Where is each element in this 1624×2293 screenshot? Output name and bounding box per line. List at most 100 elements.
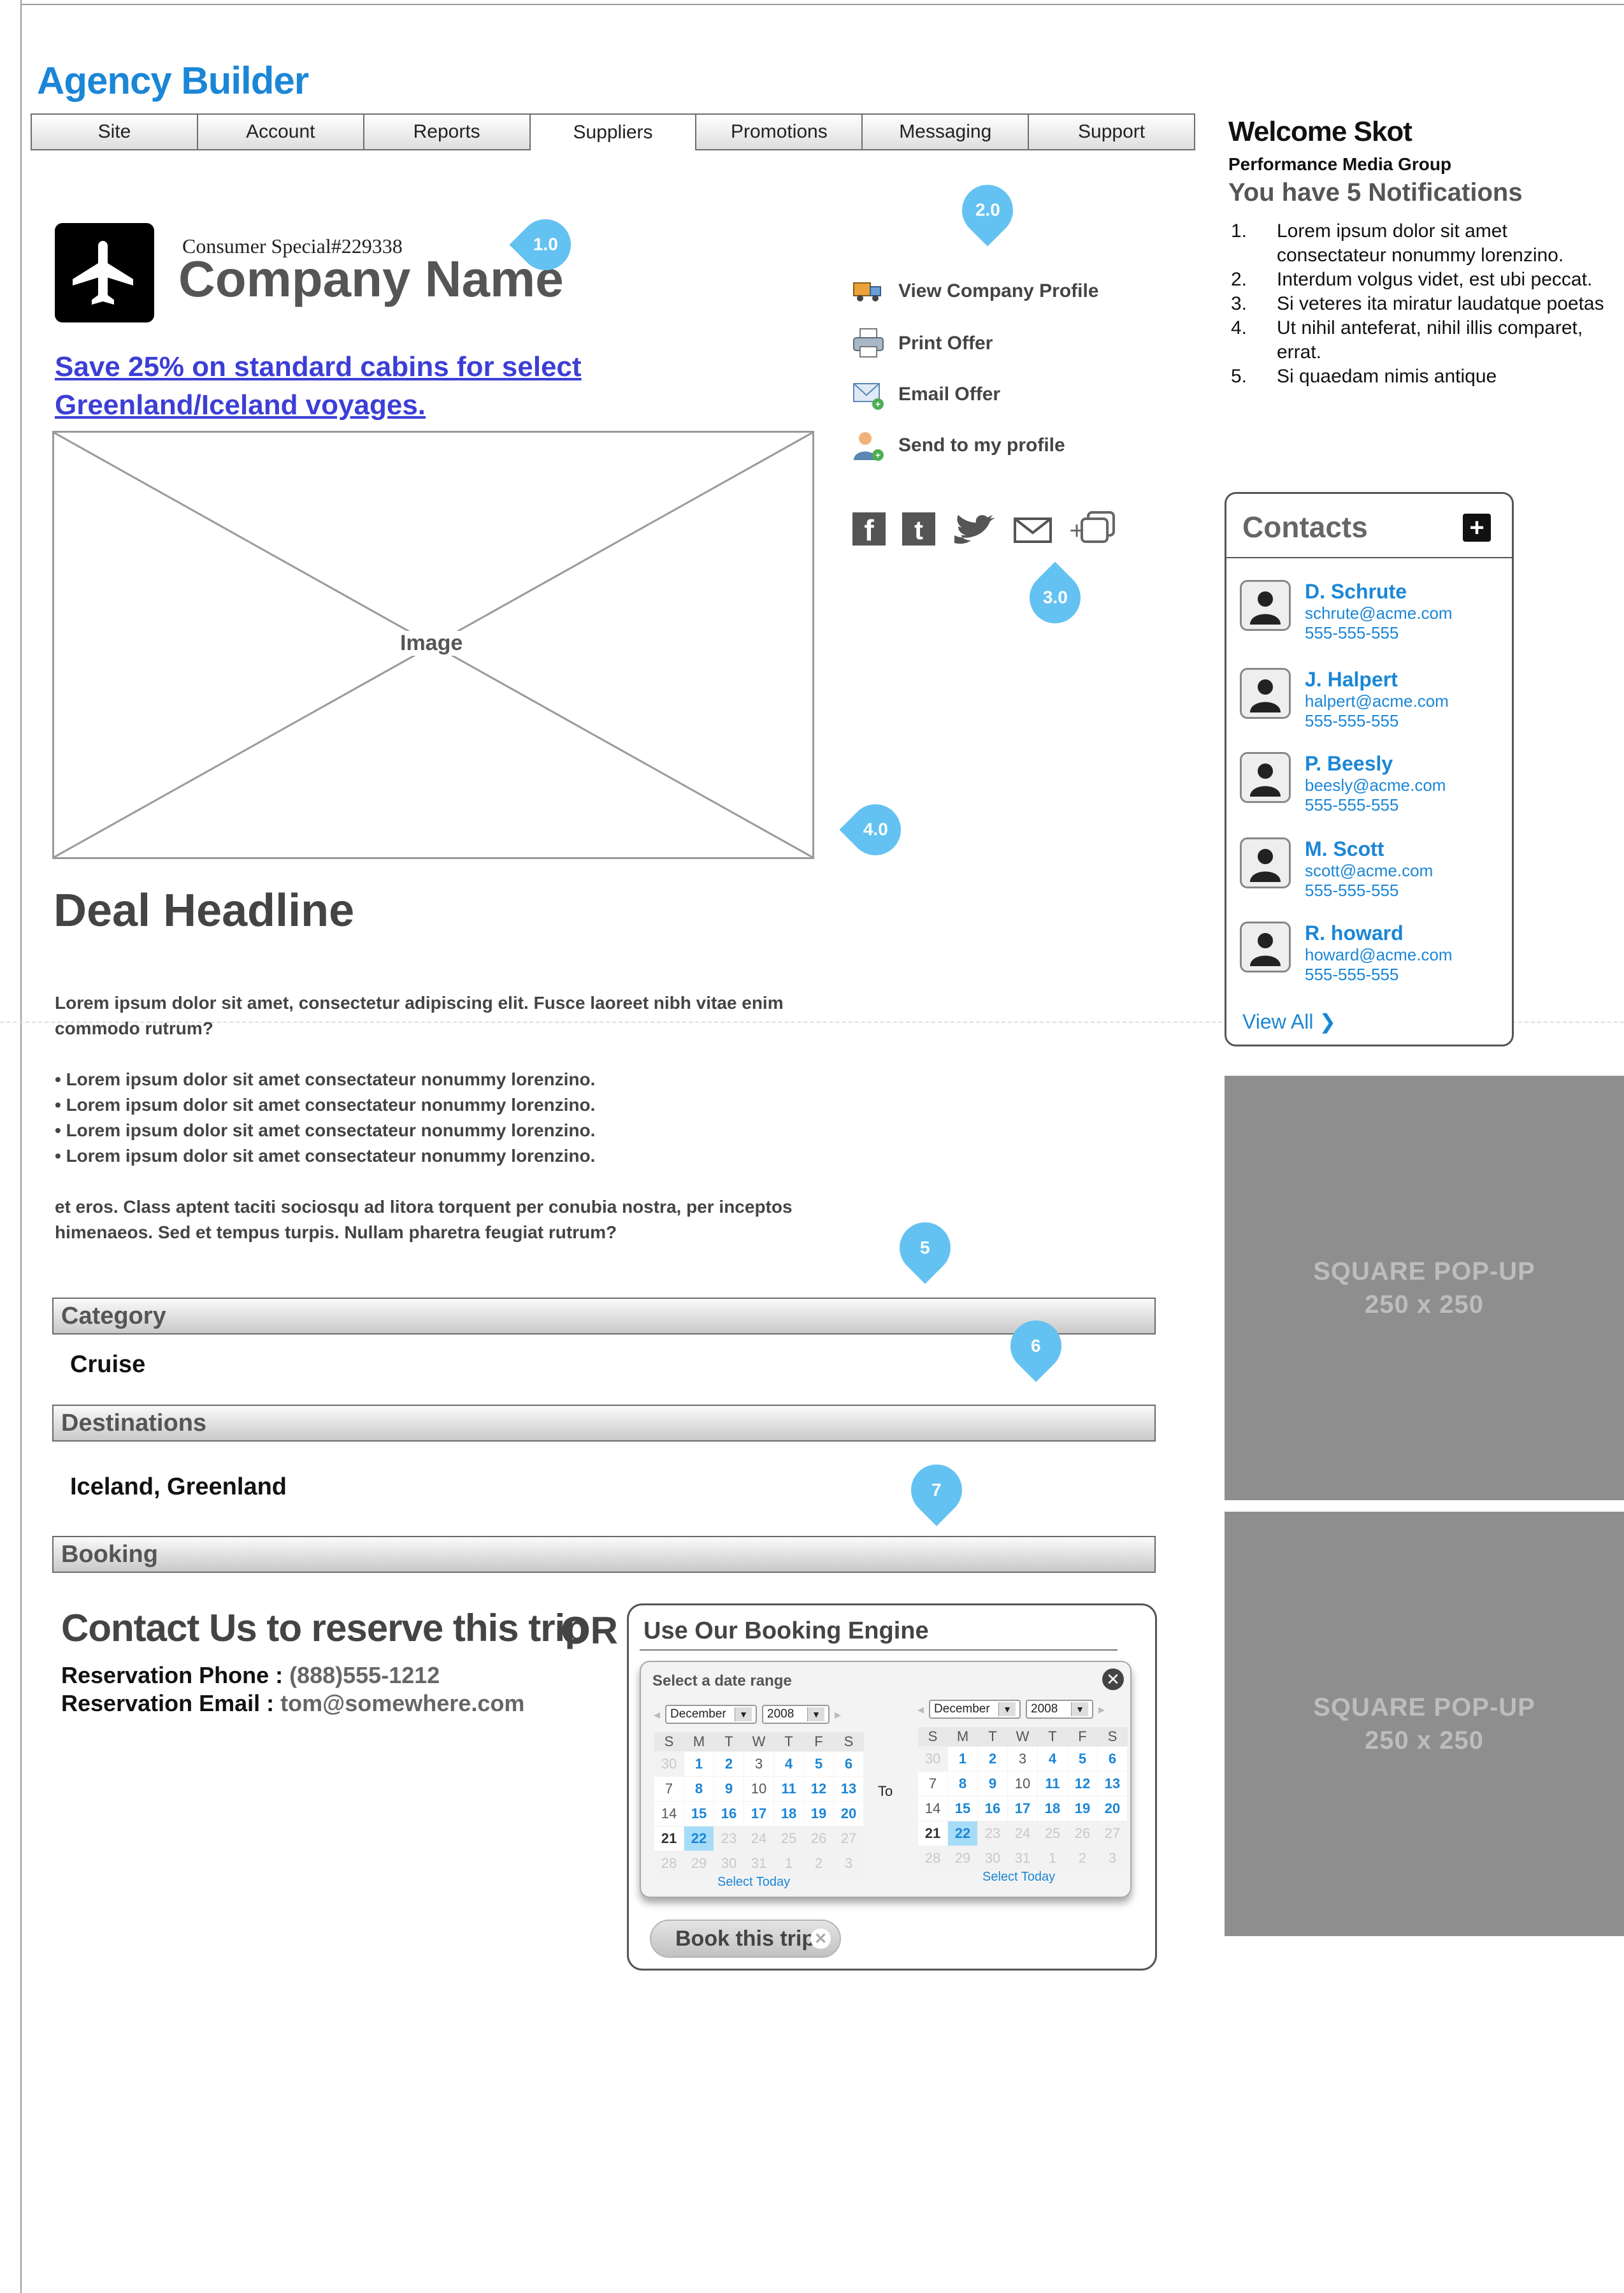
select-today-start[interactable]: Select Today (717, 1875, 790, 1890)
day-cell[interactable]: 23 (714, 1826, 744, 1851)
day-cell[interactable]: 9 (977, 1771, 1008, 1797)
day-cell[interactable]: 2 (1067, 1846, 1098, 1871)
day-cell[interactable]: 28 (917, 1846, 948, 1871)
next-month-icon[interactable]: ▸ (835, 1707, 841, 1723)
day-cell[interactable]: 3 (744, 1751, 774, 1777)
day-cell[interactable]: 21 (654, 1826, 684, 1851)
day-cell[interactable]: 12 (803, 1776, 834, 1802)
day-cell[interactable]: 1 (684, 1751, 714, 1777)
notification-item[interactable]: 2. Interdum volgus videt, est ubi peccat. (1231, 268, 1613, 292)
day-cell[interactable]: 4 (773, 1751, 804, 1777)
day-cell[interactable]: 2 (803, 1851, 834, 1876)
day-cell[interactable]: 1 (773, 1851, 804, 1876)
day-cell[interactable]: 12 (1067, 1771, 1098, 1797)
day-cell[interactable]: 30 (714, 1851, 744, 1876)
day-cell[interactable]: 11 (773, 1776, 804, 1802)
send-to-profile-action[interactable]: + Send to my profile (851, 428, 1065, 463)
day-cell[interactable]: 15 (684, 1801, 714, 1826)
day-cell[interactable]: 17 (1007, 1796, 1038, 1821)
add-more-icon[interactable]: + (1069, 510, 1120, 548)
year-select-start[interactable]: 2008 ▼ (762, 1705, 830, 1724)
prev-month-icon[interactable]: ◂ (917, 1702, 924, 1718)
day-cell[interactable]: 14 (917, 1796, 948, 1821)
contact-email[interactable]: schrute@acme.com (1305, 604, 1453, 623)
tab-promotions[interactable]: Promotions (695, 113, 862, 150)
day-cell[interactable]: 18 (773, 1801, 804, 1826)
day-cell[interactable]: 19 (803, 1801, 834, 1826)
day-cell[interactable]: 6 (1097, 1746, 1128, 1772)
notification-item[interactable]: 3. Si veteres ita miratur laudatque poeta… (1231, 292, 1613, 316)
day-cell[interactable]: 8 (684, 1776, 714, 1802)
contact-name[interactable]: J. Halpert (1305, 668, 1449, 691)
day-cell[interactable]: 29 (947, 1846, 978, 1871)
day-cell[interactable]: 19 (1067, 1796, 1098, 1821)
contact-name[interactable]: M. Scott (1305, 837, 1433, 861)
day-cell[interactable]: 2 (714, 1751, 744, 1777)
day-cell[interactable]: 9 (714, 1776, 744, 1802)
day-cell[interactable]: 30 (654, 1751, 684, 1777)
promo-link[interactable]: Save 25% on standard cabins for select G… (55, 348, 807, 424)
day-cell[interactable]: 30 (917, 1746, 948, 1772)
day-cell[interactable]: 4 (1037, 1746, 1068, 1772)
day-cell[interactable]: 3 (1007, 1746, 1038, 1772)
day-cell[interactable]: 1 (947, 1746, 978, 1772)
day-cell-selected[interactable]: 22 (684, 1826, 714, 1851)
day-cell[interactable]: 13 (1097, 1771, 1128, 1797)
contact-item[interactable]: D. Schrute schrute@acme.com 555-555-555 (1240, 580, 1453, 643)
next-month-icon[interactable]: ▸ (1098, 1702, 1105, 1718)
close-icon[interactable]: ✕ (810, 1928, 831, 1949)
day-cell[interactable]: 6 (833, 1751, 864, 1777)
select-today-end[interactable]: Select Today (982, 1870, 1055, 1884)
day-cell[interactable]: 16 (977, 1796, 1008, 1821)
contact-name[interactable]: D. Schrute (1305, 580, 1453, 604)
ad-square-popup-2[interactable]: SQUARE POP-UP 250 x 250 (1225, 1512, 1624, 1936)
mail-icon[interactable] (1013, 512, 1053, 546)
day-cell[interactable]: 15 (947, 1796, 978, 1821)
notification-item[interactable]: 5. Si quaedam nimis antique (1231, 365, 1613, 389)
day-cell[interactable]: 13 (833, 1776, 864, 1802)
contact-email[interactable]: howard@acme.com (1305, 945, 1453, 965)
day-cell[interactable]: 17 (744, 1801, 774, 1826)
day-cell[interactable]: 7 (917, 1771, 948, 1797)
contact-email[interactable]: scott@acme.com (1305, 861, 1433, 881)
day-cell[interactable]: 25 (1037, 1821, 1068, 1846)
year-select-end[interactable]: 2008 ▼ (1026, 1700, 1094, 1719)
contact-email[interactable]: halpert@acme.com (1305, 691, 1449, 711)
day-cell[interactable]: 24 (1007, 1821, 1038, 1846)
day-cell[interactable]: 21 (917, 1821, 948, 1846)
day-cell[interactable]: 5 (1067, 1746, 1098, 1772)
day-cell[interactable]: 25 (773, 1826, 804, 1851)
tab-site[interactable]: Site (31, 113, 197, 150)
view-company-profile-action[interactable]: View Company Profile (851, 274, 1099, 308)
email-offer-action[interactable]: + Email Offer (851, 377, 1000, 412)
tab-messaging[interactable]: Messaging (861, 113, 1028, 150)
tab-account[interactable]: Account (196, 113, 363, 150)
tab-reports[interactable]: Reports (363, 113, 529, 150)
contact-item[interactable]: M. Scott scott@acme.com 555-555-555 (1240, 837, 1433, 901)
month-select-end[interactable]: December ▼ (929, 1700, 1021, 1719)
prev-month-icon[interactable]: ◂ (654, 1707, 660, 1723)
view-all-link[interactable]: View All ❯ (1242, 1009, 1336, 1034)
ad-square-popup-1[interactable]: SQUARE POP-UP 250 x 250 (1225, 1076, 1624, 1500)
month-select-start[interactable]: December ▼ (665, 1705, 758, 1724)
day-cell[interactable]: 10 (744, 1776, 774, 1802)
tab-support[interactable]: Support (1028, 113, 1196, 150)
contact-item[interactable]: R. howard howard@acme.com 555-555-555 (1240, 922, 1453, 985)
contact-email[interactable]: beesly@acme.com (1305, 776, 1446, 795)
day-cell[interactable]: 31 (1007, 1846, 1038, 1871)
day-cell[interactable]: 11 (1037, 1771, 1068, 1797)
day-cell[interactable]: 7 (654, 1776, 684, 1802)
tab-suppliers[interactable]: Suppliers (529, 113, 696, 150)
facebook-icon[interactable]: f (852, 512, 886, 546)
day-cell[interactable]: 14 (654, 1801, 684, 1826)
book-trip-button[interactable]: Book this trip ✕ (650, 1920, 841, 1958)
day-cell[interactable]: 31 (744, 1851, 774, 1876)
day-cell[interactable]: 8 (947, 1771, 978, 1797)
day-cell[interactable]: 26 (803, 1826, 834, 1851)
day-cell[interactable]: 20 (1097, 1796, 1128, 1821)
day-cell[interactable]: 16 (714, 1801, 744, 1826)
day-cell[interactable]: 3 (1097, 1846, 1128, 1871)
contact-name[interactable]: P. Beesly (1305, 752, 1446, 776)
day-cell[interactable]: 29 (684, 1851, 714, 1876)
day-cell[interactable]: 5 (803, 1751, 834, 1777)
